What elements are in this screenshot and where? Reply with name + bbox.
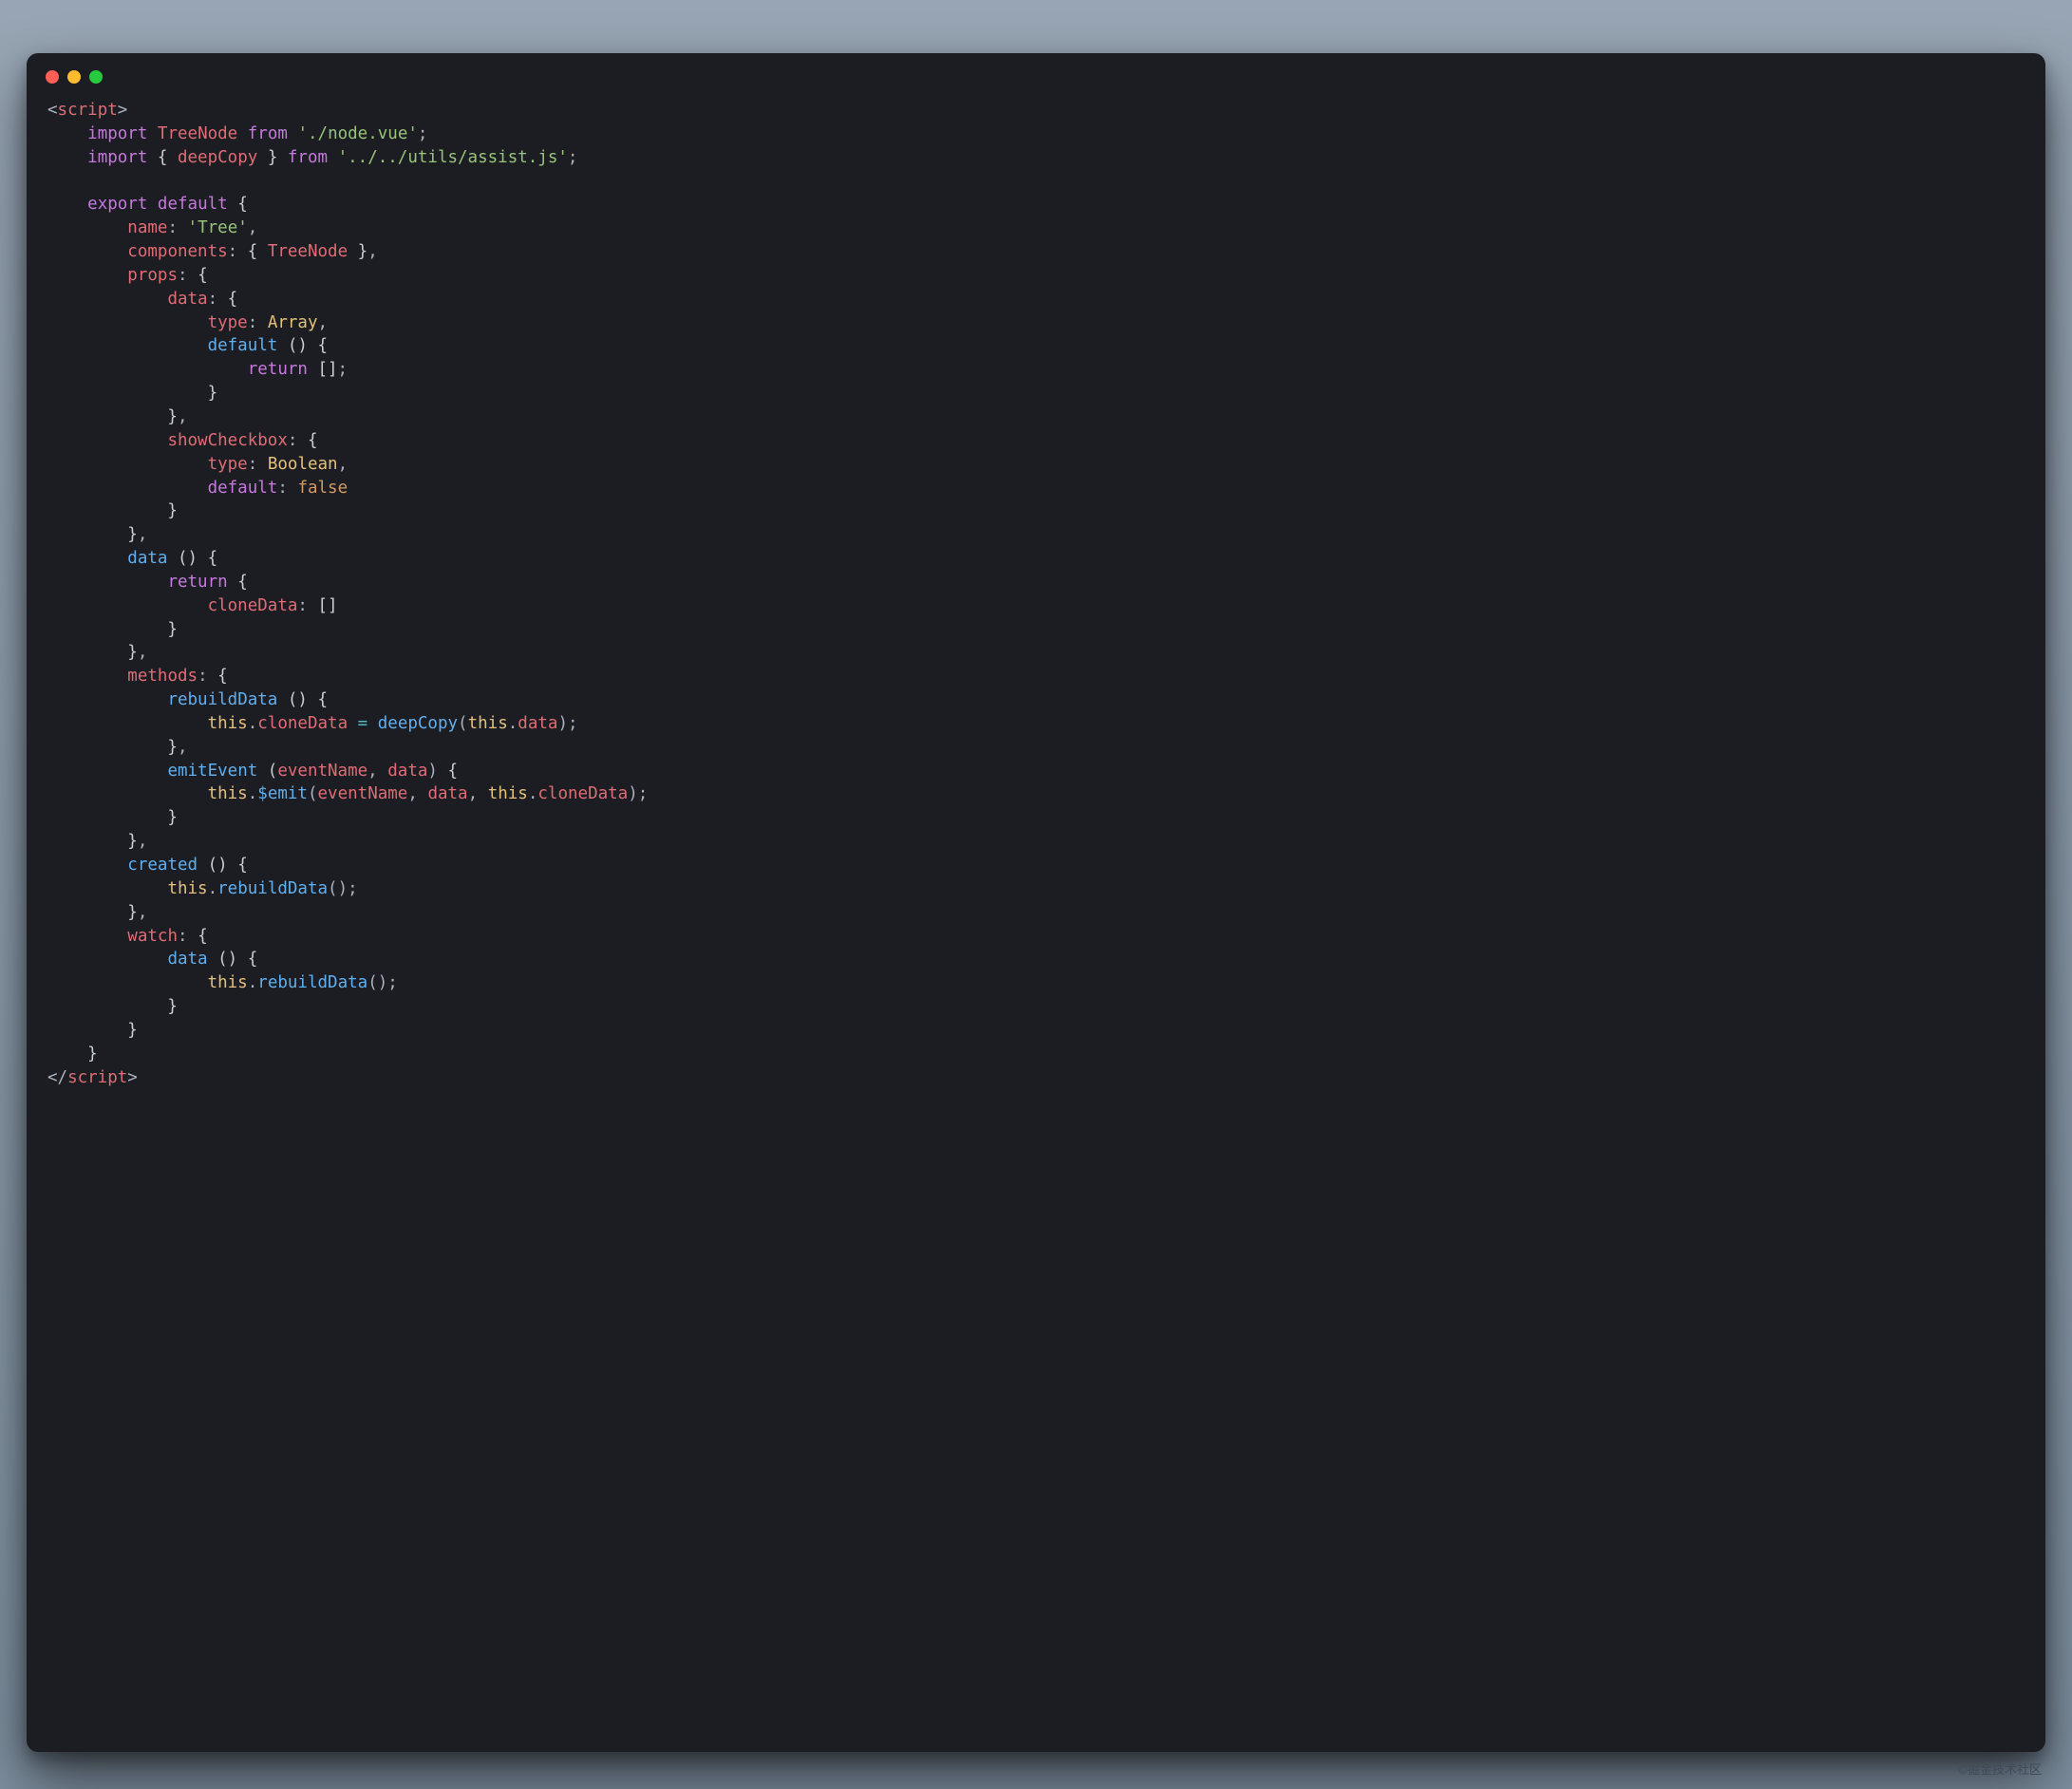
code-viewport[interactable]: <script> import TreeNode from './node.vu…	[27, 89, 2045, 1752]
editor-window: <script> import TreeNode from './node.vu…	[27, 53, 2045, 1752]
code-content: <script> import TreeNode from './node.vu…	[47, 99, 2025, 1089]
minimize-icon[interactable]	[67, 70, 81, 84]
watermark-text: ©掘金技术社区	[27, 1752, 2045, 1778]
maximize-icon[interactable]	[89, 70, 103, 84]
close-icon[interactable]	[46, 70, 59, 84]
window-traffic-lights	[27, 53, 2045, 89]
